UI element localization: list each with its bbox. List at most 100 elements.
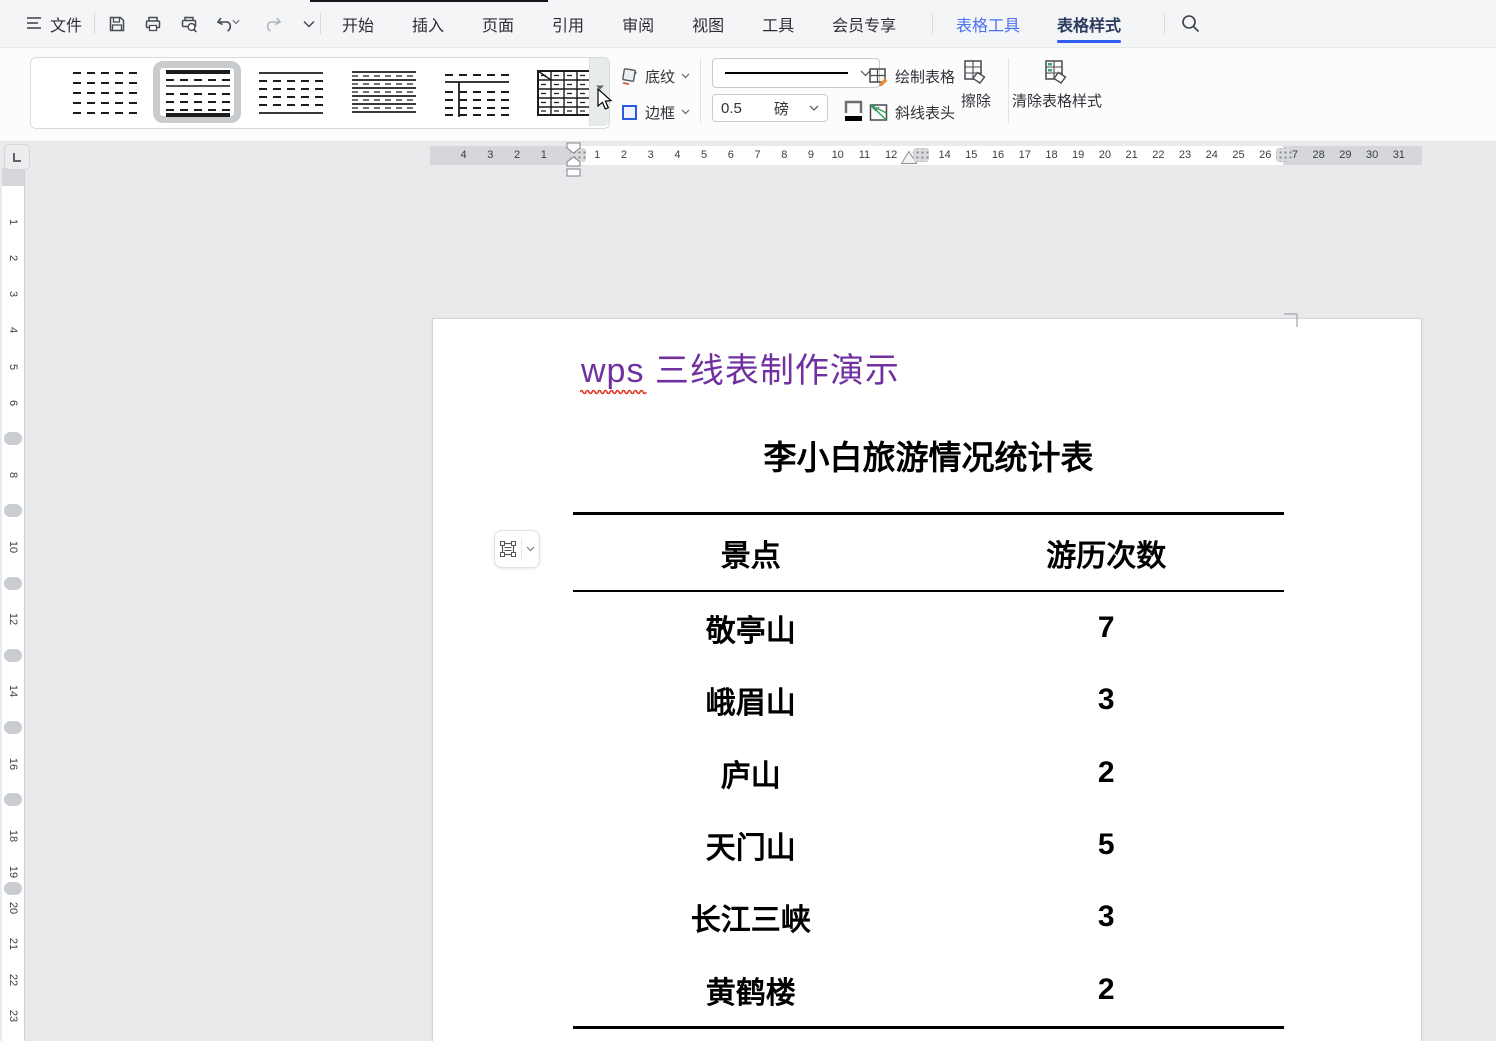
table-row: 峨眉山3 <box>573 664 1284 736</box>
spellcheck-underline <box>580 389 648 395</box>
table-cell-count[interactable]: 3 <box>929 881 1285 953</box>
erase-icon <box>963 59 990 86</box>
ruler-number: 10 <box>6 540 20 554</box>
tab-table-tools[interactable]: 表格工具 <box>956 0 1020 47</box>
table-row-handle[interactable] <box>4 577 22 590</box>
table-cell-count[interactable]: 7 <box>929 592 1285 664</box>
tab-view[interactable]: 视图 <box>692 0 724 47</box>
table-column-handle[interactable] <box>913 148 929 162</box>
table-row-handle[interactable] <box>4 432 22 445</box>
more-chevron-icon[interactable] <box>298 13 320 35</box>
table-style-thumb-all-rows[interactable] <box>350 67 418 119</box>
ruler-vertical[interactable]: 123456810121416181920212223 <box>2 168 25 1041</box>
ruler-number: 16 <box>6 757 20 771</box>
line-width-unit: 磅 <box>774 98 789 119</box>
table-row-handle[interactable] <box>4 721 22 734</box>
table-row-handle[interactable] <box>4 793 22 806</box>
ruler-number: 20 <box>6 901 20 915</box>
diagonal-header-button[interactable]: 斜线表头 <box>868 98 955 126</box>
tab-stop-selector[interactable] <box>4 144 30 170</box>
table-style-ribbon: 底纹 边框 0.5 磅 绘制表格 斜线表头 <box>0 47 1496 142</box>
save-icon[interactable] <box>106 13 128 35</box>
table-cell-count[interactable]: 2 <box>929 953 1285 1025</box>
table-cell-count[interactable]: 2 <box>929 737 1285 809</box>
tab-home[interactable]: 开始 <box>342 0 374 47</box>
ruler-number: 9 <box>801 148 821 163</box>
window-edge-artifact <box>310 0 548 2</box>
divider <box>94 13 95 34</box>
tab-review[interactable]: 审阅 <box>622 0 654 47</box>
divider <box>1164 13 1165 34</box>
line-width-value: 0.5 <box>721 100 742 117</box>
table-row: 敬亭山7 <box>573 592 1284 664</box>
undo-icon[interactable] <box>214 13 248 35</box>
table-style-thumb-top-bottom[interactable] <box>257 67 325 119</box>
table-cell-count[interactable]: 5 <box>929 809 1285 881</box>
ruler-number: 1 <box>6 215 20 229</box>
diagonal-header-icon <box>868 102 889 123</box>
tab-table-style[interactable]: 表格样式 <box>1057 0 1121 47</box>
tab-page[interactable]: 页面 <box>482 0 514 47</box>
print-icon[interactable] <box>142 13 164 35</box>
tab-reference[interactable]: 引用 <box>552 0 584 47</box>
table-style-thumb-plain[interactable] <box>71 67 139 119</box>
table-select-widget[interactable] <box>494 530 540 568</box>
ruler-number: 6 <box>721 148 741 163</box>
ruler-number: 16 <box>988 148 1008 163</box>
table-header-cell[interactable]: 景点 <box>573 515 929 590</box>
ruler-number: 7 <box>748 148 768 163</box>
line-width-select[interactable]: 0.5 磅 <box>712 94 828 122</box>
ruler-number: 8 <box>774 148 794 163</box>
table-style-thumb-header-divider[interactable] <box>443 67 511 119</box>
document-page[interactable]: wps 三线表制作演示 李小白旅游情况统计表 景点 游历次数 敬亭山7峨眉山3庐… <box>432 318 1422 1041</box>
ruler-number: 28 <box>1309 148 1329 163</box>
quick-access-toolbar <box>106 0 320 47</box>
cursor-pointer <box>596 88 616 114</box>
print-preview-icon[interactable] <box>178 13 200 35</box>
shading-button[interactable]: 底纹 <box>620 62 690 90</box>
tab-tools[interactable]: 工具 <box>762 0 794 47</box>
ruler-number: 8 <box>6 468 20 482</box>
table-style-thumb-three-line[interactable] <box>164 67 232 119</box>
clear-table-style-button[interactable]: 清除表格样式 <box>1016 59 1098 111</box>
divider <box>932 13 933 34</box>
table-cell-count[interactable]: 3 <box>929 664 1285 736</box>
table-row-handle[interactable] <box>4 882 22 895</box>
table-cell-spot[interactable]: 长江三峡 <box>573 881 929 953</box>
ruler-number: 3 <box>480 148 500 163</box>
redo-icon[interactable] <box>262 13 284 35</box>
table-cell-spot[interactable]: 黄鹤楼 <box>573 953 929 1025</box>
line-style-preview <box>725 72 848 74</box>
table-column-handle[interactable] <box>1276 148 1292 162</box>
border-label: 边框 <box>645 102 675 123</box>
draw-table-button[interactable]: 绘制表格 <box>868 62 955 90</box>
erase-button[interactable]: 擦除 <box>952 59 1000 111</box>
table-cell-spot[interactable]: 庐山 <box>573 737 929 809</box>
tab-insert[interactable]: 插入 <box>412 0 444 47</box>
table-row-handle[interactable] <box>4 504 22 517</box>
line-style-select[interactable] <box>712 58 880 88</box>
ruler-number: 12 <box>881 148 901 163</box>
chevron-down-icon[interactable] <box>526 546 535 552</box>
diagonal-header-label: 斜线表头 <box>895 102 955 123</box>
ruler-number: 22 <box>6 973 20 987</box>
table-row-handle[interactable] <box>4 649 22 662</box>
hamburger-menu-icon[interactable] <box>26 16 42 35</box>
ruler-number: 26 <box>1255 148 1275 163</box>
ruler-number: 2 <box>6 251 20 265</box>
border-icon <box>620 103 639 122</box>
table-cell-spot[interactable]: 天门山 <box>573 809 929 881</box>
table-cell-spot[interactable]: 峨眉山 <box>573 664 929 736</box>
table-header-cell[interactable]: 游历次数 <box>929 515 1285 590</box>
ruler-number: 31 <box>1389 148 1409 163</box>
search-icon[interactable] <box>1180 13 1202 40</box>
ruler-number: 14 <box>6 684 20 698</box>
ruler-number: 12 <box>6 612 20 626</box>
table-cell-spot[interactable]: 敬亭山 <box>573 592 929 664</box>
ruler-number: 3 <box>6 287 20 301</box>
indent-markers[interactable] <box>565 142 582 178</box>
border-button[interactable]: 边框 <box>620 98 690 126</box>
ruler-number: 30 <box>1362 148 1382 163</box>
file-menu-button[interactable]: 文件 <box>50 0 82 47</box>
tab-member[interactable]: 会员专享 <box>832 0 896 47</box>
